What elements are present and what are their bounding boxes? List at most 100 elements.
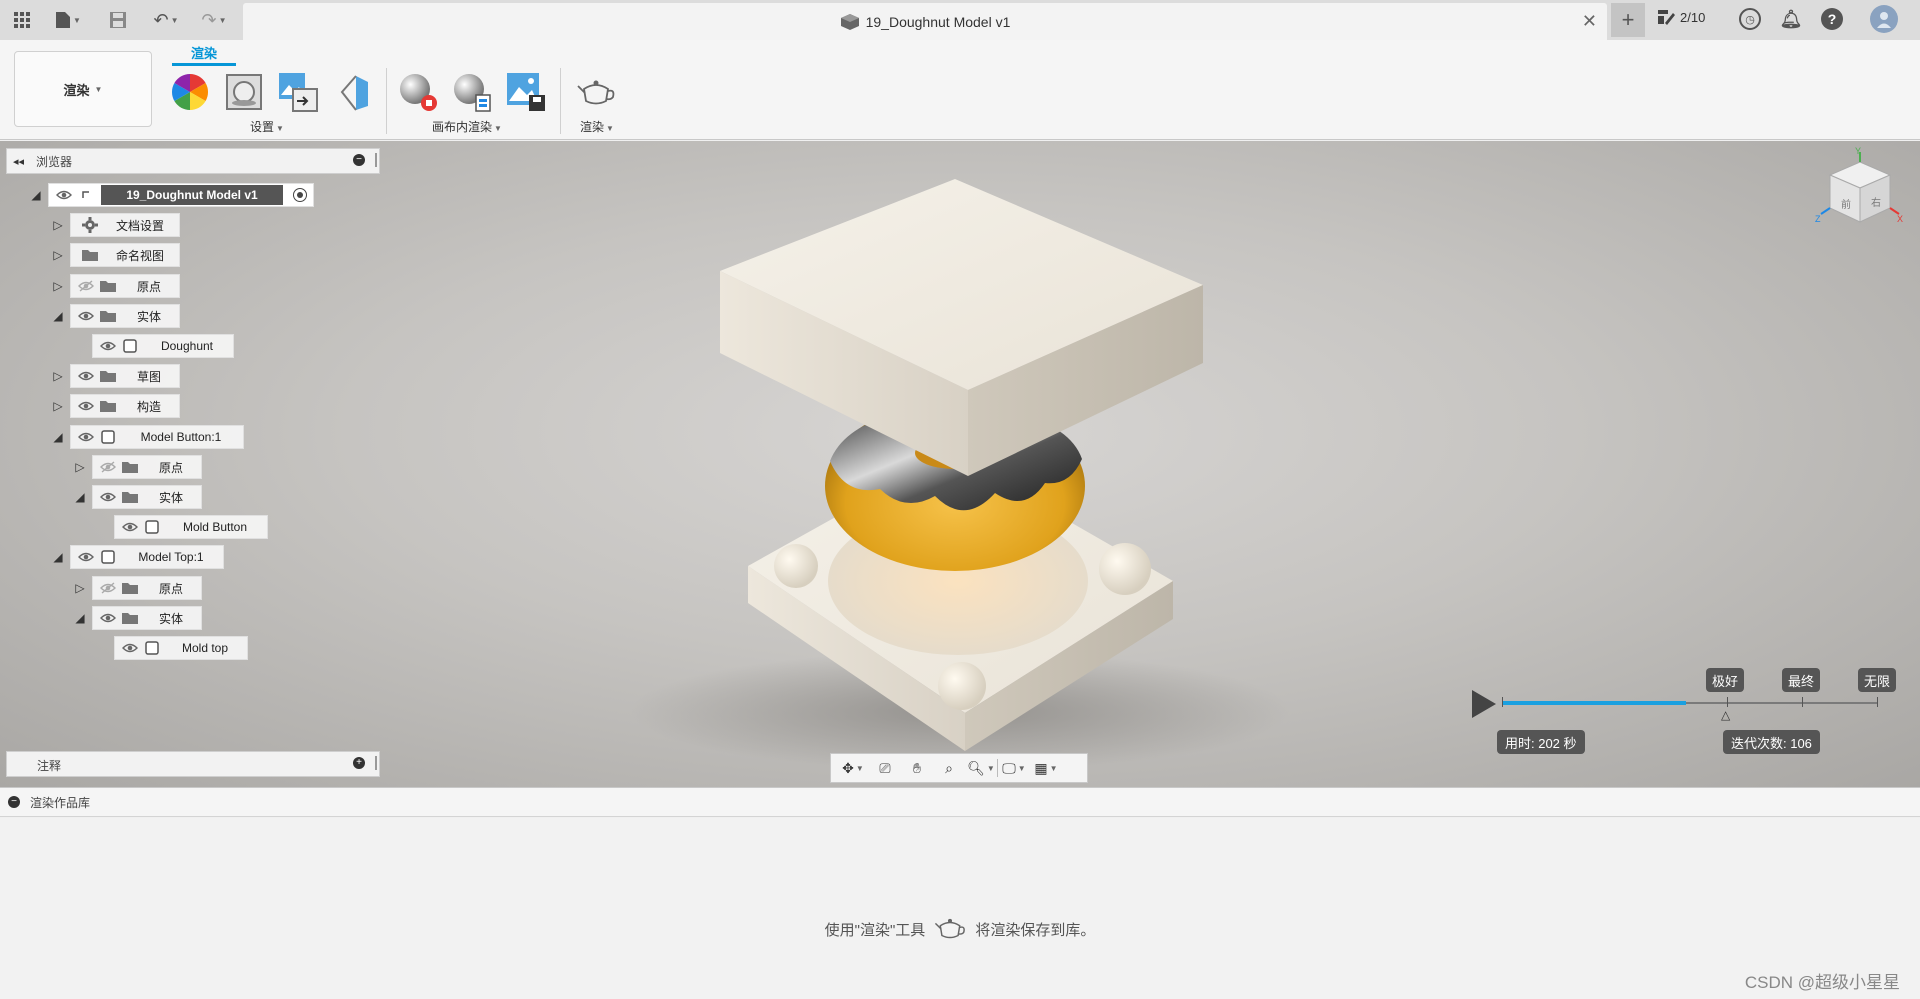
expanded-triangle-icon[interactable]: ◢: [72, 489, 88, 505]
quality-excellent[interactable]: 极好: [1706, 668, 1745, 692]
grid-settings-button[interactable]: ▦ ▼: [1030, 755, 1062, 781]
tree-root-document[interactable]: 19_Doughnut Model v1: [48, 183, 314, 207]
collapsed-triangle-icon[interactable]: ▷: [72, 459, 88, 475]
eye-icon[interactable]: [121, 518, 139, 536]
collapsed-triangle-icon[interactable]: ▷: [50, 278, 66, 294]
comments-panel[interactable]: 注释 +: [6, 751, 380, 777]
in-canvas-render-button[interactable]: [396, 70, 440, 114]
tree-bodies[interactable]: 实体: [92, 485, 202, 509]
collapsed-triangle-icon[interactable]: ▷: [50, 398, 66, 414]
eye-icon[interactable]: [121, 639, 139, 657]
texture-map-button[interactable]: [276, 70, 320, 114]
tree-body-doughnut[interactable]: Doughunt: [92, 334, 234, 358]
document-tab[interactable]: 19_Doughnut Model v1 ✕: [243, 3, 1607, 40]
tab-render[interactable]: 渲染: [172, 43, 236, 62]
eye-icon[interactable]: [77, 397, 95, 415]
zoom-button[interactable]: ⌕: [933, 755, 965, 781]
eye-icon[interactable]: [77, 428, 95, 446]
capture-image-button[interactable]: [504, 70, 548, 114]
panel-grip[interactable]: [375, 153, 377, 167]
avatar[interactable]: [1870, 5, 1898, 33]
display-settings-button[interactable]: 🖵 ▼: [998, 755, 1030, 781]
eye-icon[interactable]: [77, 548, 95, 566]
look-at-button[interactable]: ⎚: [869, 755, 901, 781]
eye-hidden-icon[interactable]: [77, 277, 95, 295]
collapsed-triangle-icon[interactable]: ▷: [72, 580, 88, 596]
tree-body-mold-button[interactable]: Mold Button: [114, 515, 268, 539]
app-grid-icon[interactable]: [8, 5, 36, 35]
appearance-button[interactable]: [168, 70, 212, 114]
collapsed-triangle-icon[interactable]: ▷: [50, 368, 66, 384]
in-canvas-settings-button[interactable]: [450, 70, 494, 114]
expanded-triangle-icon[interactable]: ◢: [28, 187, 44, 203]
bell-icon[interactable]: 🔔︎: [1780, 8, 1803, 30]
close-icon[interactable]: ✕: [1582, 11, 1597, 32]
viewcube-front-label[interactable]: 前: [1841, 196, 1851, 211]
minus-icon[interactable]: −: [353, 154, 365, 166]
job-status-button[interactable]: 2/10: [1656, 8, 1705, 26]
minus-icon[interactable]: −: [8, 796, 20, 808]
render-gallery-header[interactable]: − 渲染作品库: [0, 787, 1920, 817]
orbit-button[interactable]: ✥ ▼: [837, 755, 869, 781]
browser-header[interactable]: ◂◂ 浏览器: [7, 149, 379, 173]
folder-icon: [99, 367, 117, 385]
tree-origin[interactable]: 原点: [92, 576, 202, 600]
workspace-switcher[interactable]: 渲染 ▼: [14, 51, 152, 127]
tree-body-mold-top[interactable]: Mold top: [114, 636, 248, 660]
eye-icon[interactable]: [55, 186, 73, 204]
tree-document-settings[interactable]: 文档设置: [70, 213, 180, 237]
eye-icon[interactable]: [99, 609, 117, 627]
eye-icon[interactable]: [99, 488, 117, 506]
tree-sketches[interactable]: 草图: [70, 364, 180, 388]
tree-node-label: 实体: [158, 611, 183, 626]
eye-hidden-icon[interactable]: [99, 458, 117, 476]
group-render[interactable]: 渲染 ▼: [580, 118, 614, 135]
quality-infinite[interactable]: 无限: [1858, 668, 1897, 692]
play-button[interactable]: [1470, 688, 1498, 723]
collapse-panel-icon[interactable]: ◂◂: [13, 155, 24, 168]
activate-radio-icon[interactable]: [293, 188, 307, 202]
clock-icon[interactable]: ◷: [1739, 8, 1761, 30]
undo-button[interactable]: ↶ ▼: [146, 5, 186, 35]
tree-origin[interactable]: 原点: [70, 274, 180, 298]
new-tab-button[interactable]: +: [1611, 3, 1645, 37]
viewport-canvas[interactable]: [0, 141, 1920, 787]
folder-icon: [121, 609, 139, 627]
eye-icon[interactable]: [77, 307, 95, 325]
tree-bodies[interactable]: 实体: [92, 606, 202, 630]
view-cube[interactable]: 前 右 Y Z X: [1815, 146, 1905, 240]
tree-component-model-button[interactable]: Model Button:1: [70, 425, 244, 449]
group-in-canvas-render[interactable]: 画布内渲染 ▼: [432, 118, 502, 135]
redo-button[interactable]: ↷ ▼: [194, 5, 234, 35]
group-setup[interactable]: 设置 ▼: [250, 118, 284, 135]
eye-icon[interactable]: [77, 367, 95, 385]
quality-final[interactable]: 最终: [1782, 668, 1821, 692]
render-button[interactable]: [574, 70, 618, 114]
eye-hidden-icon[interactable]: [99, 579, 117, 597]
help-icon[interactable]: ?: [1821, 8, 1843, 30]
collapsed-triangle-icon[interactable]: ▷: [50, 217, 66, 233]
file-menu-button[interactable]: ▼: [48, 5, 88, 35]
expanded-triangle-icon[interactable]: ◢: [50, 549, 66, 565]
fit-button[interactable]: 🔍︎ ▼: [965, 755, 997, 781]
tree-bodies[interactable]: 实体: [70, 304, 180, 328]
tree-named-views[interactable]: 命名视图: [70, 243, 180, 267]
progress-marker-icon[interactable]: △: [1721, 708, 1730, 722]
panel-grip[interactable]: [375, 756, 377, 770]
scene-settings-button[interactable]: [222, 70, 266, 114]
expanded-triangle-icon[interactable]: ◢: [72, 610, 88, 626]
decal-button[interactable]: [330, 70, 374, 114]
pan-button[interactable]: ✋︎: [901, 755, 933, 781]
tree-component-model-top[interactable]: Model Top:1: [70, 545, 224, 569]
plus-icon[interactable]: +: [353, 757, 365, 769]
eye-icon[interactable]: [99, 337, 117, 355]
tree-origin[interactable]: 原点: [92, 455, 202, 479]
viewcube-right-label[interactable]: 右: [1871, 194, 1881, 209]
save-button[interactable]: [104, 5, 132, 35]
play-icon: [1472, 690, 1496, 718]
collapsed-triangle-icon[interactable]: ▷: [50, 247, 66, 263]
job-count: 2/10: [1680, 9, 1706, 25]
expanded-triangle-icon[interactable]: ◢: [50, 308, 66, 324]
expanded-triangle-icon[interactable]: ◢: [50, 429, 66, 445]
tree-construction[interactable]: 构造: [70, 394, 180, 418]
